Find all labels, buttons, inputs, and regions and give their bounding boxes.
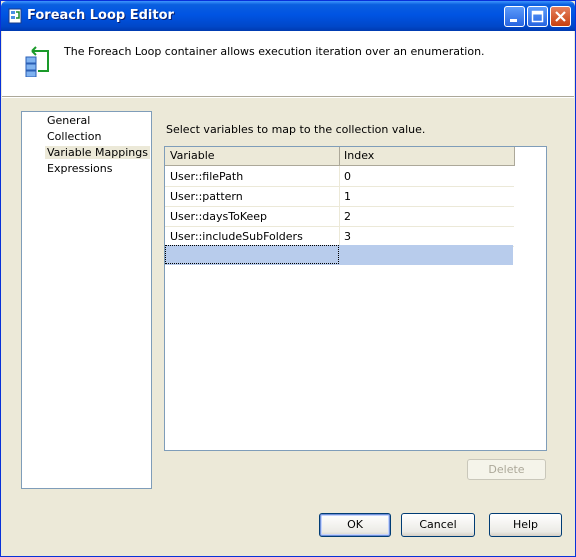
ok-button[interactable]: OK	[319, 513, 391, 537]
column-header-index[interactable]: Index	[344, 149, 374, 162]
nav-item-collection[interactable]: Collection	[45, 130, 103, 143]
foreach-loop-editor-window: Foreach Loop Editor The Foreach Loop con…	[0, 0, 576, 557]
variable-cell[interactable]: User::filePath	[170, 170, 243, 183]
close-button[interactable]	[550, 6, 571, 27]
cell-divider	[339, 186, 340, 206]
new-variable-cell[interactable]	[165, 245, 339, 264]
cell-divider	[339, 226, 340, 246]
table-row[interactable]: User::daysToKeep 2	[165, 206, 514, 227]
table-row[interactable]: User::pattern 1	[165, 186, 514, 207]
variable-cell[interactable]: User::daysToKeep	[170, 210, 267, 223]
new-row-selected[interactable]	[165, 245, 513, 265]
column-divider	[339, 147, 340, 165]
minimize-button[interactable]	[504, 6, 525, 27]
table-row[interactable]: User::filePath 0	[165, 166, 514, 187]
index-cell[interactable]: 2	[344, 210, 351, 223]
foreach-loop-icon	[24, 45, 52, 81]
variable-cell[interactable]: User::pattern	[170, 190, 243, 203]
cancel-button[interactable]: Cancel	[401, 513, 475, 537]
package-icon	[7, 8, 23, 24]
nav-item-expressions[interactable]: Expressions	[45, 162, 114, 175]
index-cell[interactable]: 0	[344, 170, 351, 183]
nav-item-general[interactable]: General	[45, 114, 92, 127]
variable-cell[interactable]: User::includeSubFolders	[170, 230, 303, 243]
variable-mappings-grid[interactable]: Variable Index User::filePath 0 User::pa…	[164, 146, 547, 451]
cell-divider	[339, 166, 340, 186]
nav-item-variable-mappings[interactable]: Variable Mappings	[45, 146, 150, 159]
page-navigation-list: General Collection Variable Mappings Exp…	[21, 111, 152, 489]
grid-header: Variable Index	[165, 147, 515, 166]
column-divider	[514, 147, 515, 165]
header-panel: The Foreach Loop container allows execut…	[2, 31, 574, 96]
cell-divider	[339, 206, 340, 226]
title-bar[interactable]: Foreach Loop Editor	[1, 1, 575, 31]
header-description: The Foreach Loop container allows execut…	[64, 45, 485, 58]
help-button[interactable]: Help	[489, 513, 562, 537]
close-icon	[555, 11, 566, 22]
maximize-button[interactable]	[527, 6, 548, 27]
window-title: Foreach Loop Editor	[27, 8, 174, 23]
instruction-text: Select variables to map to the collectio…	[166, 123, 426, 136]
header-separator	[2, 96, 574, 98]
maximize-icon	[531, 10, 544, 23]
table-row[interactable]: User::includeSubFolders 3	[165, 226, 514, 247]
delete-button[interactable]: Delete	[467, 459, 546, 480]
index-cell[interactable]: 3	[344, 230, 351, 243]
minimize-icon	[510, 19, 517, 22]
column-header-variable[interactable]: Variable	[170, 149, 215, 162]
index-cell[interactable]: 1	[344, 190, 351, 203]
